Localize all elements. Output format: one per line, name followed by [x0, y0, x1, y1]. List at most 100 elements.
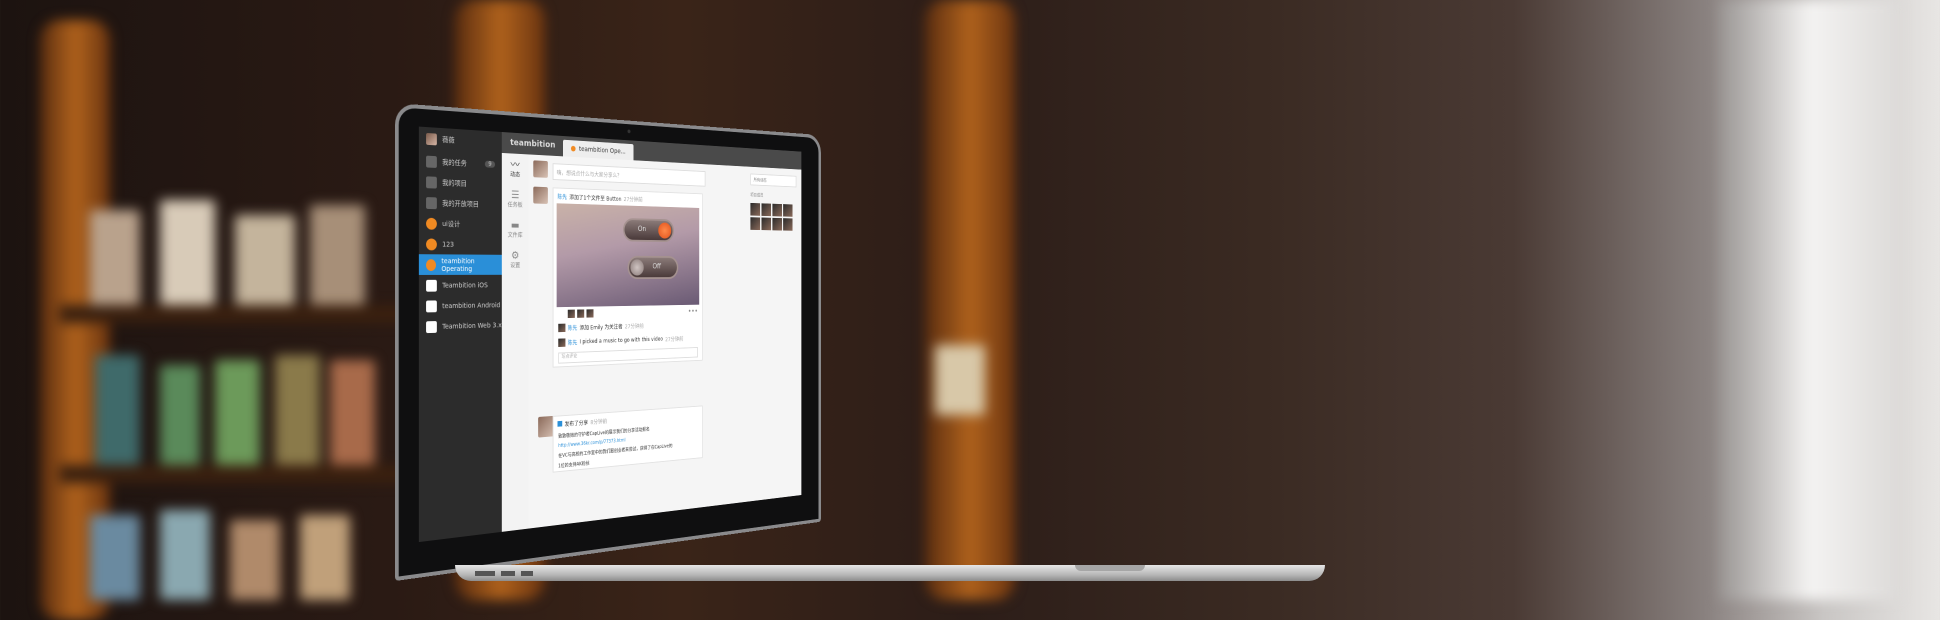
nav-settings[interactable]: ⚙ 设置: [502, 244, 529, 274]
toggle-knob: [630, 259, 644, 276]
nav-label: 动态: [510, 171, 521, 179]
sidebar-item-label: 我的项目: [442, 178, 467, 188]
avatar: [586, 308, 594, 318]
gear-icon: ⚙: [511, 249, 520, 262]
book: [330, 360, 375, 465]
book: [160, 200, 215, 305]
sidebar-item-label: Teambition Web 3.x: [442, 320, 502, 331]
project-icon: [426, 258, 437, 271]
timestamp: 27分钟前: [665, 335, 684, 343]
book: [160, 510, 210, 600]
sidebar-item-teambition-web[interactable]: Teambition Web 3.x: [419, 315, 502, 337]
nav-label: 设置: [510, 262, 521, 270]
sidebar-item-my-projects[interactable]: 我的项目: [419, 171, 502, 195]
laptop-screen: 薇薇 我的任务 9 我的项目 我的开放项目 ui设计 123 teambitio…: [418, 126, 802, 543]
avatar[interactable]: [761, 217, 772, 231]
attachment-image[interactable]: On Off: [556, 203, 700, 308]
avatar: [533, 160, 548, 178]
sidebar-item-label: ui设计: [442, 219, 461, 228]
share-card: 发布了分享 8分钟前 致致敬她的守护者CapLive的展示我们的分享活动报名 h…: [552, 405, 703, 473]
project-icon: [426, 279, 437, 292]
avatar[interactable]: [750, 217, 761, 231]
laptop-base: [455, 565, 1325, 581]
brand-logo[interactable]: teambition: [502, 138, 564, 151]
member-grid: [750, 202, 796, 231]
sidebar-item-123[interactable]: 123: [419, 233, 502, 254]
author-link[interactable]: 陈先: [557, 192, 567, 201]
project-nav: 〰 动态 ☰ 任务板 ▬ 文件库 ⚙ 设置: [501, 152, 530, 532]
hdmi-port: [501, 571, 515, 576]
sidebar-item-label: 我的任务: [442, 157, 467, 167]
avatar: [558, 323, 566, 332]
avatar: [577, 308, 585, 318]
laptop-lid: 薇薇 我的任务 9 我的项目 我的开放项目 ui设计 123 teambitio…: [395, 103, 821, 581]
timestamp: 27分钟前: [623, 196, 643, 204]
book: [310, 205, 365, 305]
timestamp: 8分钟前: [590, 418, 608, 426]
project-icon: [426, 320, 437, 333]
project-icon: [426, 299, 437, 312]
nav-tasks[interactable]: ☰ 任务板: [502, 183, 529, 214]
tab-label: teambition Ope...: [579, 145, 626, 156]
nav-activity[interactable]: 〰 动态: [502, 153, 529, 185]
avatar: [533, 186, 548, 204]
author-link[interactable]: 陈先: [568, 323, 577, 332]
book: [275, 355, 320, 465]
nav-files[interactable]: ▬ 文件库: [502, 214, 529, 245]
author-link[interactable]: 陈先: [568, 338, 577, 346]
book: [235, 215, 295, 305]
avatar[interactable]: [750, 202, 761, 216]
book: [95, 355, 140, 465]
task-count-badge: 9: [485, 160, 496, 168]
avatar: [567, 309, 575, 318]
book: [300, 515, 350, 600]
avatar[interactable]: [783, 218, 793, 231]
project-icon: [426, 217, 437, 230]
sidebar-item-label: teambition Android: [442, 301, 501, 310]
trackpad-notch: [1075, 565, 1145, 571]
project-icon: [426, 237, 437, 250]
book: [160, 365, 200, 465]
sidebar-item-teambition-operating[interactable]: teambition Operating: [418, 254, 502, 275]
folder-icon: [426, 196, 437, 209]
toggle-on-label: On: [637, 224, 647, 233]
avatar[interactable]: [772, 203, 782, 217]
list-icon: ☰: [511, 188, 520, 202]
user-name: 薇薇: [442, 135, 455, 145]
window-light: [1720, 0, 1900, 600]
sidebar-item-teambition-android[interactable]: teambition Android: [419, 295, 502, 317]
sidebar-item-open-projects[interactable]: 我的开放项目: [419, 192, 502, 215]
avatar[interactable]: [772, 217, 782, 231]
toggle-graphic-off: Off: [627, 255, 679, 280]
comment-input[interactable]: 写点评论: [558, 347, 698, 364]
folder-icon: [426, 175, 437, 189]
nav-label: 任务板: [507, 201, 523, 209]
activity-icon: 〰: [510, 158, 520, 171]
toggle-off-label: Off: [652, 262, 662, 271]
activity-card: 陈先 添加了1个文件至 Button 27分钟前 On Off ••• 陈先 添…: [552, 187, 703, 368]
project-icon: [571, 145, 576, 152]
activity-text: 添加了1个文件至 Button: [569, 194, 622, 203]
nav-label: 文件库: [507, 232, 523, 239]
thunderbolt-port: [521, 571, 533, 576]
members-label: 项目成员: [750, 192, 764, 199]
avatar[interactable]: [761, 203, 772, 217]
activity-filter-select[interactable]: 所有动态: [750, 173, 797, 188]
timestamp: 27分钟前: [624, 322, 644, 330]
avatar: [426, 132, 437, 146]
camera: [627, 129, 631, 134]
more-icon[interactable]: •••: [688, 307, 698, 315]
sidebar-item-teambition-ios[interactable]: Teambition iOS: [419, 275, 502, 296]
comment-text: I picked a music to go with this video: [579, 335, 663, 345]
book: [90, 210, 140, 305]
laptop: 薇薇 我的任务 9 我的项目 我的开放项目 ui设计 123 teambitio…: [395, 103, 1325, 603]
folder-icon: ▬: [510, 218, 520, 232]
compose-input[interactable]: 嗨，想说点什么与大家分享么？: [552, 163, 706, 187]
toggle-graphic-on: On: [623, 218, 675, 243]
share-icon: [557, 420, 563, 427]
book: [215, 360, 260, 465]
sidebar-item-label: Teambition iOS: [442, 281, 488, 290]
task-icon: [426, 155, 437, 168]
avatar[interactable]: [783, 204, 793, 217]
sidebar-item-ui-design[interactable]: ui设计: [419, 213, 502, 235]
